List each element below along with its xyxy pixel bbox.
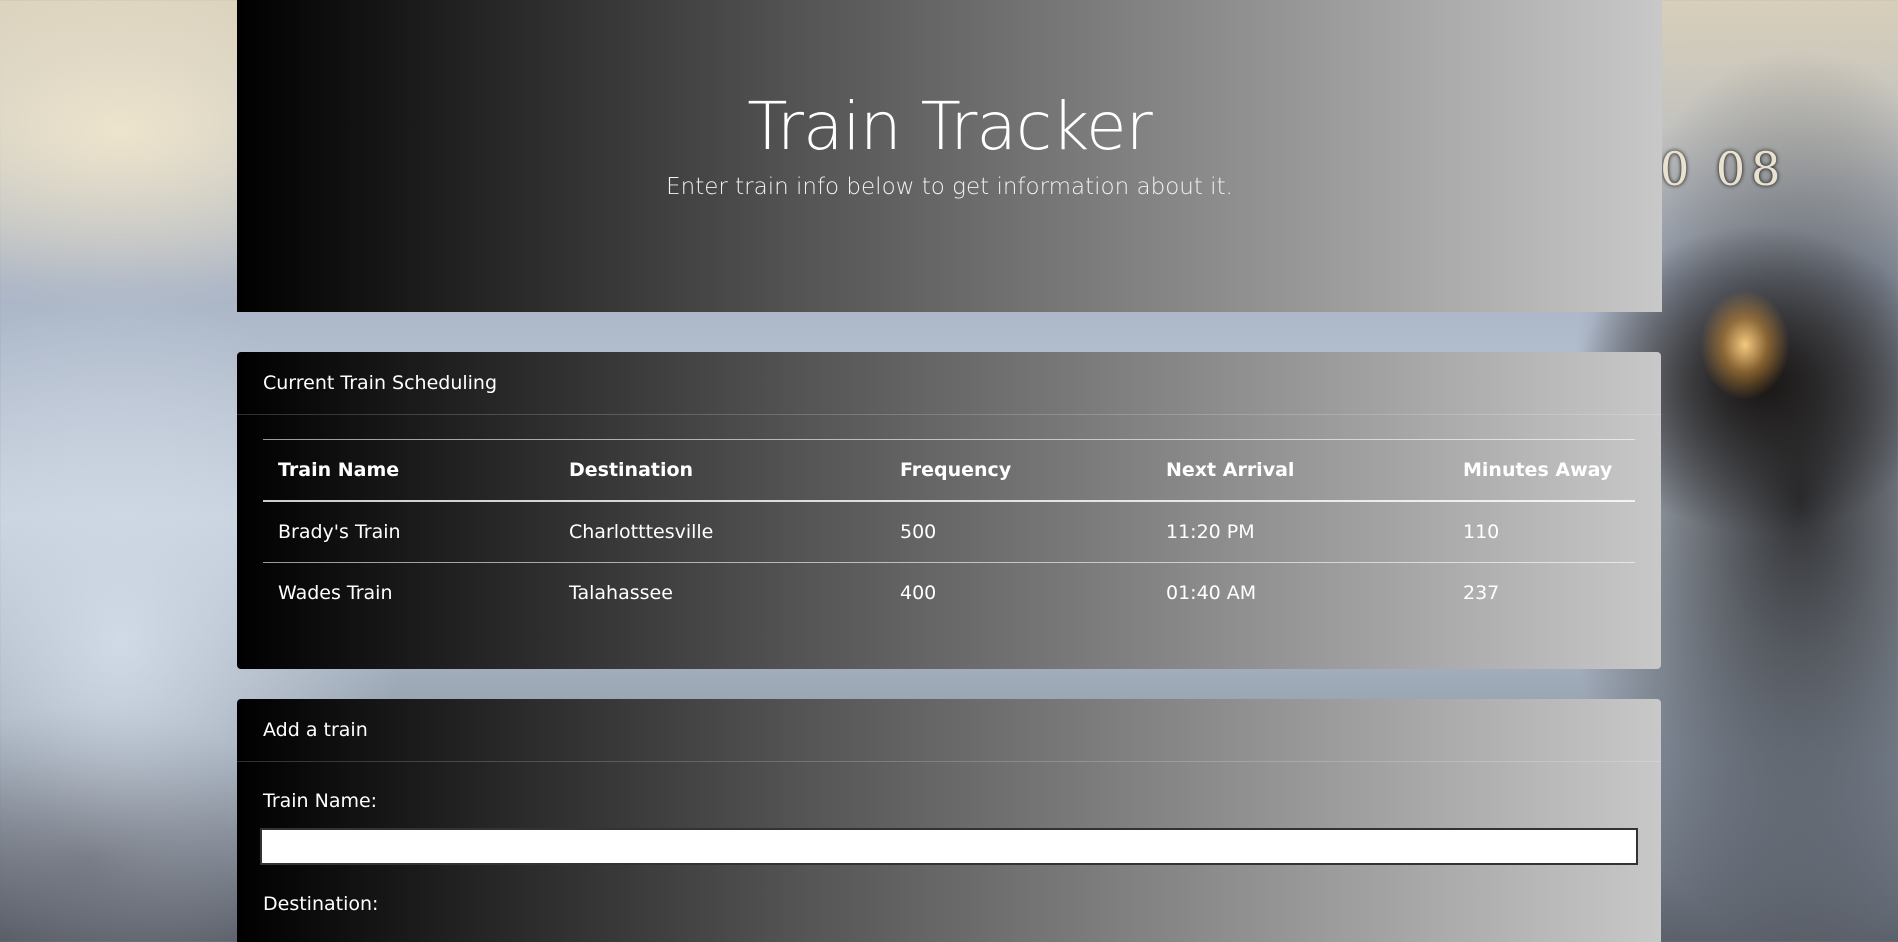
header-jumbotron: Train Tracker Enter train info below to … [237, 0, 1662, 312]
column-header-train-name: Train Name [278, 459, 400, 481]
background-train-number-plate: 0 08 [1660, 142, 1787, 196]
add-train-card: Add a train Train Name: Destination: [237, 699, 1661, 942]
cell-destination: Charlotttesville [569, 521, 714, 543]
schedule-card: Current Train Scheduling Train Name Dest… [237, 352, 1661, 669]
cell-next-arrival: 01:40 AM [1166, 582, 1257, 604]
cell-destination: Talahassee [569, 582, 673, 604]
add-train-form: Train Name: Destination: [237, 762, 1661, 942]
page-title: Train Tracker [747, 88, 1152, 165]
column-header-minutes-away: Minutes Away [1463, 459, 1613, 481]
cell-frequency: 400 [900, 582, 937, 604]
column-header-next-arrival: Next Arrival [1166, 459, 1295, 481]
cell-next-arrival: 11:20 PM [1166, 521, 1255, 543]
table-header-row: Train Name Destination Frequency Next Ar… [263, 439, 1635, 501]
column-header-destination: Destination [569, 459, 694, 481]
train-name-label: Train Name: [263, 790, 378, 812]
schedule-card-body: Train Name Destination Frequency Next Ar… [237, 415, 1661, 647]
background-train-lamp [1700, 290, 1790, 400]
page-subtitle: Enter train info below to get informatio… [666, 174, 1233, 200]
destination-label: Destination: [263, 893, 379, 915]
schedule-table: Train Name Destination Frequency Next Ar… [263, 439, 1635, 623]
add-train-card-header: Add a train [237, 699, 1661, 762]
main-container: Train Tracker Enter train info below to … [237, 0, 1662, 942]
table-row: Brady's Train Charlotttesville 500 11:20… [263, 501, 1635, 563]
table-row: Wades Train Talahassee 400 01:40 AM 237 [263, 562, 1635, 624]
schedule-card-header: Current Train Scheduling [237, 352, 1661, 415]
cell-frequency: 500 [900, 521, 937, 543]
cell-minutes-away: 110 [1463, 521, 1500, 543]
train-name-input[interactable] [260, 828, 1638, 865]
cell-train-name: Wades Train [278, 582, 393, 604]
column-header-frequency: Frequency [900, 459, 1012, 481]
cell-minutes-away: 237 [1463, 582, 1500, 604]
cell-train-name: Brady's Train [278, 521, 401, 543]
